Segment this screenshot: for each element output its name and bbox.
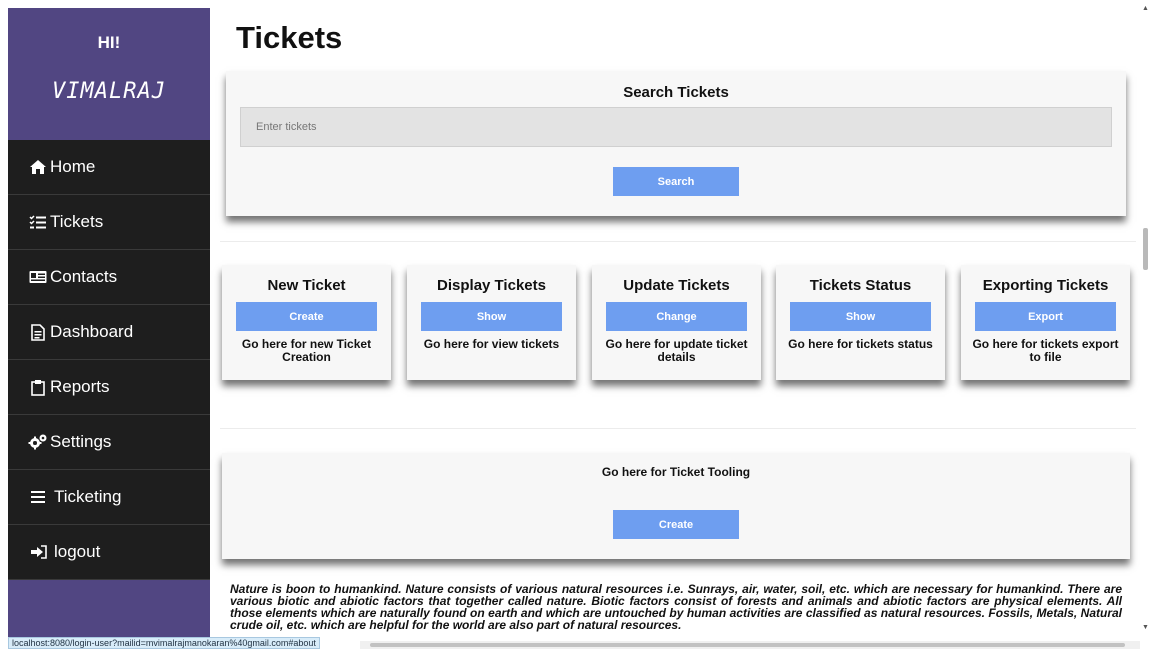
username: VIMALRAJ (52, 79, 166, 104)
sidebar-item-contacts[interactable]: Contacts (8, 250, 210, 305)
sidebar-item-label: Reports (50, 377, 110, 396)
card-title: New Ticket (267, 277, 346, 294)
bars-icon (28, 490, 48, 504)
export-button[interactable]: Export (975, 302, 1116, 331)
vertical-scrollbar[interactable]: ▲ ▼ (1140, 0, 1150, 649)
card-title: Tickets Status (809, 277, 912, 294)
list-check-icon (28, 214, 48, 230)
page-title: Tickets (236, 20, 343, 55)
tickets-status-card: Tickets Status Show Go here for tickets … (776, 265, 945, 380)
app-window: HI! VIMALRAJ Home Tickets Contacts Dashb… (0, 0, 1150, 649)
scroll-up-icon[interactable]: ▲ (1142, 5, 1149, 12)
sidebar-item-settings[interactable]: Settings (8, 415, 210, 470)
home-icon (28, 159, 48, 175)
gears-icon (28, 434, 48, 450)
scrollbar-thumb[interactable] (1143, 228, 1148, 270)
display-tickets-card: Display Tickets Show Go here for view ti… (407, 265, 576, 380)
sidebar-item-ticketing[interactable]: Ticketing (8, 470, 210, 525)
sidebar-item-reports[interactable]: Reports (8, 360, 210, 415)
card-description: Go here for new Ticket Creation (241, 337, 372, 364)
scroll-down-icon[interactable]: ▼ (1142, 624, 1149, 631)
card-title: Display Tickets (437, 277, 546, 294)
nature-paragraph: Nature is boon to humankind. Nature cons… (230, 582, 1122, 632)
search-button[interactable]: Search (613, 167, 739, 196)
update-tickets-card: Update Tickets Change Go here for update… (592, 265, 761, 380)
greeting-text: HI! (97, 33, 121, 52)
divider (220, 241, 1136, 242)
scrollbar-thumb[interactable] (370, 643, 1125, 647)
document-icon (28, 323, 48, 341)
tooling-create-button[interactable]: Create (613, 510, 739, 539)
card-title: Go here for Ticket Tooling (601, 465, 751, 479)
show-status-button[interactable]: Show (790, 302, 931, 331)
card-description: Go here for update ticket details (605, 337, 748, 364)
horizontal-scrollbar[interactable] (360, 641, 1140, 649)
sidebar-item-home[interactable]: Home (8, 140, 210, 195)
create-ticket-button[interactable]: Create (236, 302, 377, 331)
sidebar-item-tickets[interactable]: Tickets (8, 195, 210, 250)
sidebar-item-logout[interactable]: logout (8, 525, 210, 580)
sidebar-item-label: Settings (50, 432, 112, 451)
new-ticket-card: New Ticket Create Go here for new Ticket… (222, 265, 391, 380)
card-title: Update Tickets (623, 277, 730, 294)
sidebar-item-label: Contacts (50, 267, 118, 286)
divider (220, 428, 1136, 429)
status-bar-url: localhost:8080/login-user?mailid=mvimalr… (8, 637, 320, 649)
clipboard-icon (28, 379, 48, 396)
address-card-icon (28, 270, 48, 284)
sidebar-item-label: Dashboard (50, 322, 134, 341)
change-ticket-button[interactable]: Change (606, 302, 747, 331)
greeting-panel: HI! VIMALRAJ (8, 8, 210, 140)
sidebar-item-label: Tickets (50, 212, 104, 231)
card-description: Go here for tickets export to file (972, 337, 1119, 364)
card-description: Go here for view tickets (423, 337, 560, 351)
card-title: Exporting Tickets (982, 277, 1109, 294)
search-title: Search Tickets (623, 84, 729, 101)
search-input[interactable] (240, 107, 1112, 147)
search-card: Search Tickets Search (226, 71, 1126, 216)
sidebar: HI! VIMALRAJ Home Tickets Contacts Dashb… (8, 8, 210, 649)
ticket-tooling-card: Go here for Ticket Tooling Create (222, 453, 1130, 559)
sidebar-item-label: logout (54, 542, 101, 561)
sign-out-icon (28, 545, 48, 559)
sidebar-item-label: Ticketing (54, 487, 122, 506)
main-content: Tickets Search Tickets Search New Ticket… (220, 0, 1138, 649)
card-description: Go here for tickets status (788, 337, 933, 351)
sidebar-nav: Home Tickets Contacts Dashboard Reports … (8, 140, 210, 580)
sidebar-item-label: Home (50, 157, 96, 176)
sidebar-item-dashboard[interactable]: Dashboard (8, 305, 210, 360)
show-tickets-button[interactable]: Show (421, 302, 562, 331)
export-tickets-card: Exporting Tickets Export Go here for tic… (961, 265, 1130, 380)
